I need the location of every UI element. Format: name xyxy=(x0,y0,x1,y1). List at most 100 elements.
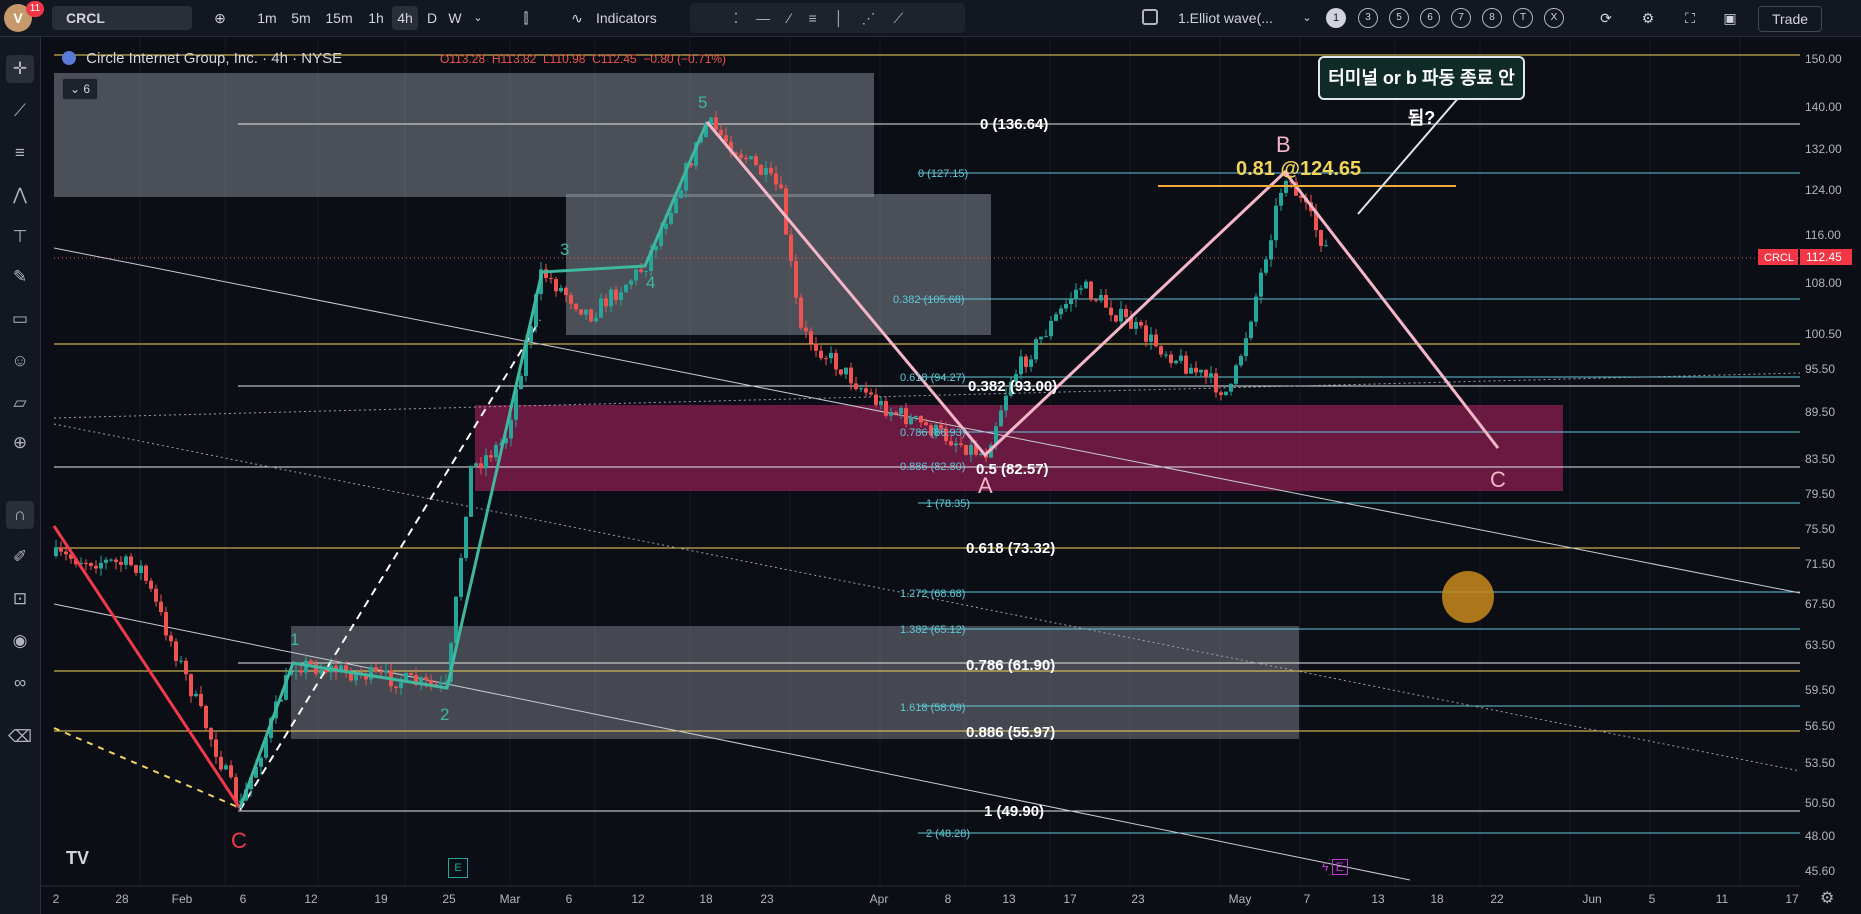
drawing-toolbar[interactable]: ⁚—⁄≡│⋰⟋ xyxy=(690,3,965,33)
brush-tool-icon[interactable]: ✎ xyxy=(6,263,34,291)
price-axis-label: 108.00 xyxy=(1805,276,1842,290)
time-axis-label: 11 xyxy=(1716,892,1729,906)
fib-minor-label: 1.272 (68.68) xyxy=(900,588,965,600)
layout-slot-6[interactable]: 6 xyxy=(1420,8,1440,28)
compare-plus-icon[interactable]: ⊕ xyxy=(208,6,232,30)
price-axis-label: 56.50 xyxy=(1805,719,1835,733)
settings-gear-icon[interactable]: ⚙ xyxy=(1636,6,1660,30)
forecast-tool-icon[interactable]: ⊤ xyxy=(6,223,34,251)
time-axis-label: 19 xyxy=(374,892,388,906)
earnings-marker-icon[interactable]: E xyxy=(448,858,468,878)
crosshair-icon[interactable]: ✛ xyxy=(6,55,34,83)
price-axis-label: 116.00 xyxy=(1805,228,1841,242)
event-marker-icon[interactable]: ϟ E xyxy=(1322,858,1358,876)
layout-chevron-icon[interactable]: ⌄ xyxy=(1300,6,1314,30)
time-axis-label: May xyxy=(1229,892,1252,906)
fib-tool-icon[interactable]: ≡ xyxy=(6,139,34,167)
link-icon[interactable]: ∞ xyxy=(6,669,34,697)
fib-minor-label: 0.382 (105.68) xyxy=(893,294,965,306)
tf-5m[interactable]: 5m xyxy=(288,6,314,30)
trendline-tool-icon[interactable]: ⟋ xyxy=(6,97,34,125)
replay-icon[interactable]: ⟳ xyxy=(1594,6,1618,30)
fib-major-label: 0.382 (93.00) xyxy=(968,378,1057,395)
time-axis-label: 22 xyxy=(1490,892,1504,906)
zoom-in-icon[interactable]: ⊕ xyxy=(6,429,34,457)
fib-minor-label: 1 (78.35) xyxy=(926,498,970,510)
tf-W[interactable]: W xyxy=(446,6,464,30)
tf-4h[interactable]: 4h xyxy=(392,6,418,30)
fib-minor-label: 0 (127.15) xyxy=(918,168,968,180)
settings-gear-icon-bottom[interactable]: ⚙ xyxy=(1820,888,1834,908)
draw-mode-icon[interactable]: ✐ xyxy=(6,543,34,571)
candles-type-icon[interactable]: ⫿ xyxy=(514,6,538,30)
symbol-search[interactable]: CRCL xyxy=(52,6,192,30)
layout-slot-3[interactable]: 3 xyxy=(1358,8,1378,28)
wave-label-C-right: C xyxy=(1490,467,1506,492)
time-axis-label: 17 xyxy=(1063,892,1077,906)
target-marker[interactable] xyxy=(1442,571,1494,623)
tf-1h[interactable]: 1h xyxy=(364,6,388,30)
price-axis-label: 59.50 xyxy=(1805,683,1835,697)
tf-D[interactable]: D xyxy=(424,6,440,30)
ruler-icon[interactable]: ▱ xyxy=(6,389,34,417)
camera-icon[interactable]: ▣ xyxy=(1718,6,1742,30)
layout-checkbox-icon[interactable] xyxy=(1142,9,1158,25)
top-toolbar: V 11 CRCL ⊕ 1m 5m 15m 1h 4h D W ⌄ ⫿ ∿ In… xyxy=(0,0,1861,37)
price-axis-label: 79.50 xyxy=(1805,487,1835,501)
time-axis-label: 12 xyxy=(304,892,318,906)
collapse-indicators-button[interactable]: ⌄ 6 xyxy=(62,78,98,100)
layout-name[interactable]: 1.Elliot wave(... xyxy=(1178,6,1290,30)
layout-slot-5[interactable]: 5 xyxy=(1389,8,1409,28)
callout-note[interactable]: 터미널 or b 파동 종료 안됨? xyxy=(1318,56,1525,128)
tf-15m[interactable]: 15m xyxy=(322,6,356,30)
fullscreen-icon[interactable]: ⛶ xyxy=(1678,6,1702,30)
magnet-icon[interactable]: ∩ xyxy=(6,501,34,529)
time-axis-label: 7 xyxy=(1304,892,1311,906)
time-axis-label: Feb xyxy=(172,892,193,906)
price-chart[interactable]: 1 2 3 4 5 A B C C 0.81 @124.65 0 (136.64… xyxy=(0,0,1861,914)
fib-major-label: 0 (136.64) xyxy=(980,116,1048,133)
lock-icon[interactable]: ⊡ xyxy=(6,585,34,613)
zone-box-mid[interactable] xyxy=(566,194,991,335)
price-tag-text: 112.45 xyxy=(1806,250,1842,264)
wave-label-C-left: C xyxy=(231,828,247,853)
chevron-down-icon[interactable]: ⌄ xyxy=(470,6,486,30)
trash-icon[interactable]: ⌫ xyxy=(6,723,34,751)
time-axis-label: 18 xyxy=(1430,892,1444,906)
indicators-button[interactable]: Indicators xyxy=(596,6,676,30)
pattern-tool-icon[interactable]: ⋀ xyxy=(6,181,34,209)
fib-minor-label: 0.618 (94.27) xyxy=(900,372,965,384)
time-axis-label: 25 xyxy=(442,892,456,906)
visibility-eye-icon[interactable]: ◉ xyxy=(6,627,34,655)
ohlc-close: C112.45 xyxy=(592,52,637,66)
emoji-tool-icon[interactable]: ☺ xyxy=(6,347,34,375)
time-axis-label: 18 xyxy=(699,892,713,906)
price-axis-label: 100.50 xyxy=(1805,327,1842,341)
tradingview-logo: TV xyxy=(66,848,90,868)
time-axis-label: 6 xyxy=(566,892,573,906)
fib-minor-label: 1.618 (58.09) xyxy=(900,702,965,714)
notification-badge: 11 xyxy=(26,1,44,17)
price-axis-label: 67.50 xyxy=(1805,597,1835,611)
text-tool-icon[interactable]: ▭ xyxy=(6,305,34,333)
time-axis-label: 23 xyxy=(1131,892,1145,906)
layout-slot-X[interactable]: X xyxy=(1544,8,1564,28)
layout-slot-T[interactable]: T xyxy=(1513,8,1533,28)
trade-button[interactable]: Trade xyxy=(1758,6,1822,32)
layout-slot-7[interactable]: 7 xyxy=(1451,8,1471,28)
time-axis-label: 13 xyxy=(1002,892,1016,906)
fib-major-label: 1 (49.90) xyxy=(984,803,1044,820)
chart-title[interactable]: Circle Internet Group, Inc. · 4h · NYSE xyxy=(86,50,342,67)
layout-slot-1[interactable]: 1 xyxy=(1326,8,1346,28)
layout-slot-8[interactable]: 8 xyxy=(1482,8,1502,28)
ohlc-open: O113.28 xyxy=(440,52,486,66)
time-axis-label: 23 xyxy=(760,892,774,906)
time-axis-label: 17 xyxy=(1785,892,1799,906)
zone-box-magenta[interactable] xyxy=(475,405,1563,491)
wave-label-2: 2 xyxy=(440,705,449,724)
zone-box-top[interactable] xyxy=(54,73,874,197)
fib-major-label: 0.886 (55.97) xyxy=(966,724,1055,741)
tf-1m[interactable]: 1m xyxy=(254,6,280,30)
wave-label-4: 4 xyxy=(646,273,655,292)
indicators-icon[interactable]: ∿ xyxy=(566,6,588,30)
